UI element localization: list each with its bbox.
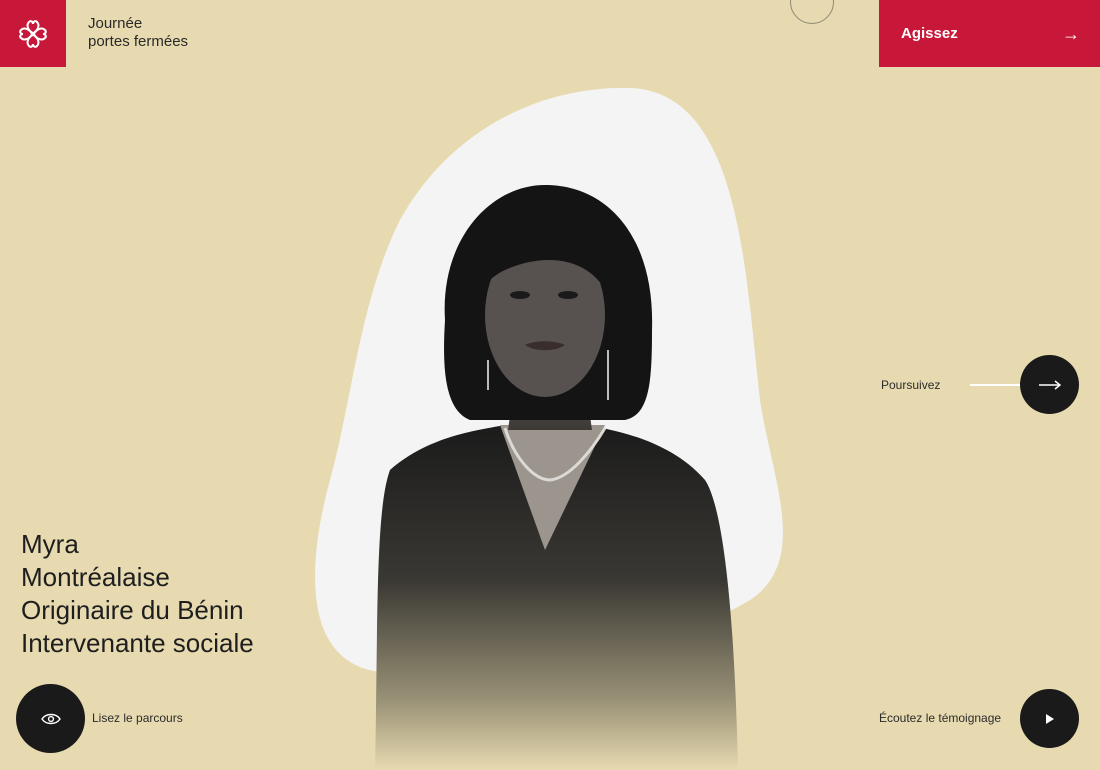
profile-occupation: Intervenante sociale <box>21 628 254 658</box>
play-icon <box>1045 713 1054 724</box>
eye-icon <box>40 713 61 724</box>
profile-origin: Originaire du Bénin <box>21 595 244 625</box>
profile-residence: Montréalaise <box>21 562 170 592</box>
read-journey-button[interactable] <box>16 684 85 753</box>
arrow-right-icon <box>1038 379 1061 390</box>
next-button[interactable] <box>1020 355 1079 414</box>
portrait-photo <box>375 185 738 770</box>
profile-identity: Myra Montréalaise Originaire du Bénin In… <box>21 528 254 660</box>
listen-label[interactable]: Écoutez le témoignage <box>879 711 1001 725</box>
next-label[interactable]: Poursuivez <box>881 378 940 392</box>
play-testimony-button[interactable] <box>1020 689 1079 748</box>
profile-name: Myra <box>21 529 79 559</box>
read-journey-label[interactable]: Lisez le parcours <box>92 711 183 725</box>
